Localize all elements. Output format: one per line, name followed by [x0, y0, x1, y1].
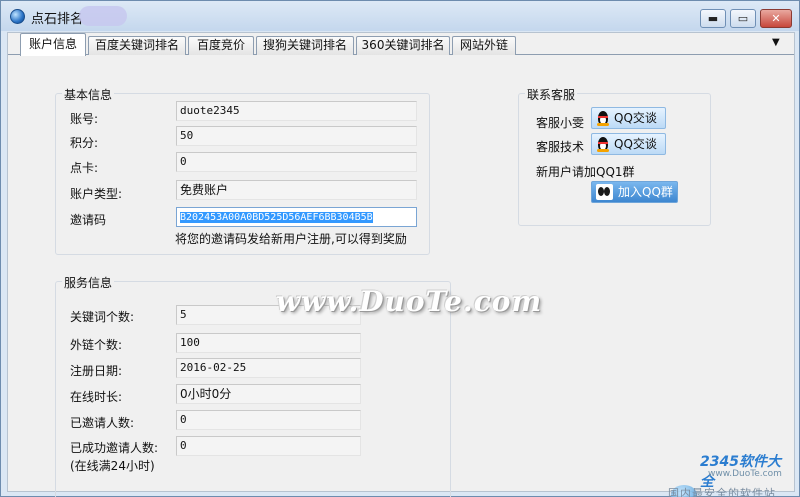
join-qq-group-label: 加入QQ群: [618, 185, 673, 199]
links-count-label: 外链个数:: [70, 338, 123, 352]
register-date-label: 注册日期:: [70, 364, 123, 378]
invite-hint: 将您的邀请码发给新用户注册,可以得到奖励: [175, 232, 407, 246]
duote-watermark: www.DuoTe.com: [276, 285, 543, 318]
qq-penguin-icon: [596, 111, 610, 126]
tab-account-info[interactable]: 账户信息: [20, 33, 86, 56]
points-label: 积分:: [70, 136, 99, 150]
minimize-button[interactable]: ▬: [700, 9, 726, 28]
card-field[interactable]: 0: [176, 152, 417, 172]
app-logo-icon: [10, 9, 25, 24]
window-title: 点石排名: [31, 12, 84, 27]
account-field[interactable]: duote2345: [176, 101, 417, 121]
watermark-2345-slogan: 国内最安全的软件站: [668, 487, 776, 497]
service2-qq-button[interactable]: QQ交谈: [591, 133, 666, 155]
success-invite-field[interactable]: 0: [176, 436, 361, 456]
account-type-label: 账户类型:: [70, 187, 123, 201]
service2-label: 客服技术: [536, 140, 585, 154]
invite-code-value: B202453A00A0BD525D56AEF6BB304B5B: [180, 212, 373, 223]
tab-baidu-bidding[interactable]: 百度竞价: [188, 36, 254, 55]
maximize-button[interactable]: ▭: [730, 9, 756, 28]
card-label: 点卡:: [70, 161, 99, 175]
watermark-2345-url: www.DuoTe.com: [708, 469, 782, 479]
account-label: 账号:: [70, 112, 99, 126]
invite-code-label: 邀请码: [70, 213, 107, 227]
service1-label: 客服小雯: [536, 116, 585, 130]
links-count-field[interactable]: 100: [176, 333, 361, 353]
contact-title: 联系客服: [525, 86, 578, 103]
account-type-field[interactable]: 免费账户: [176, 180, 417, 200]
join-qq-group-button[interactable]: 加入QQ群: [591, 181, 678, 203]
tab-external-links[interactable]: 网站外链: [452, 36, 516, 55]
tab-sogou-keyword-rank[interactable]: 搜狗关键词排名: [256, 36, 354, 55]
title-redaction: [79, 6, 127, 26]
tab-360-keyword-rank[interactable]: 360关键词排名: [356, 36, 450, 55]
invited-count-label: 已邀请人数:: [70, 416, 135, 430]
qq-group-hint: 新用户请加QQ1群: [536, 165, 635, 179]
points-field[interactable]: 50: [176, 126, 417, 146]
keywords-count-label: 关键词个数:: [70, 310, 135, 324]
qq-penguin-icon: [596, 137, 610, 152]
tab-strip: 账户信息 百度关键词排名 百度竞价 搜狗关键词排名 360关键词排名 网站外链 …: [8, 33, 794, 56]
service1-qq-label: QQ交谈: [614, 111, 657, 125]
tab-overflow-dropdown-icon[interactable]: ▼: [772, 37, 780, 48]
account-info-panel: 基本信息 账号: duote2345 积分: 50 点卡: 0 账户类型: 免费…: [8, 55, 794, 497]
basic-info-title: 基本信息: [62, 86, 115, 103]
online-time-field[interactable]: 0小时0分: [176, 384, 361, 404]
client-area: 账户信息 百度关键词排名 百度竞价 搜狗关键词排名 360关键词排名 网站外链 …: [7, 32, 795, 497]
invited-count-field[interactable]: 0: [176, 410, 361, 430]
success-invite-note: (在线满24小时): [70, 459, 155, 473]
service2-qq-label: QQ交谈: [614, 137, 657, 151]
qq-group-icon: [596, 184, 613, 200]
invite-code-field[interactable]: B202453A00A0BD525D56AEF6BB304B5B: [176, 207, 417, 227]
tab-baidu-keyword-rank[interactable]: 百度关键词排名: [88, 36, 186, 55]
service1-qq-button[interactable]: QQ交谈: [591, 107, 666, 129]
service-info-title: 服务信息: [62, 274, 115, 291]
app-window: 点石排名 ▬ ▭ ✕ 账户信息 百度关键词排名 百度竞价 搜狗关键词排名 360…: [0, 0, 800, 497]
online-time-label: 在线时长:: [70, 390, 123, 404]
register-date-field[interactable]: 2016-02-25: [176, 358, 361, 378]
title-bar: 点石排名 ▬ ▭ ✕: [1, 1, 799, 31]
success-invite-label: 已成功邀请人数:: [70, 441, 159, 455]
close-button[interactable]: ✕: [760, 9, 792, 28]
